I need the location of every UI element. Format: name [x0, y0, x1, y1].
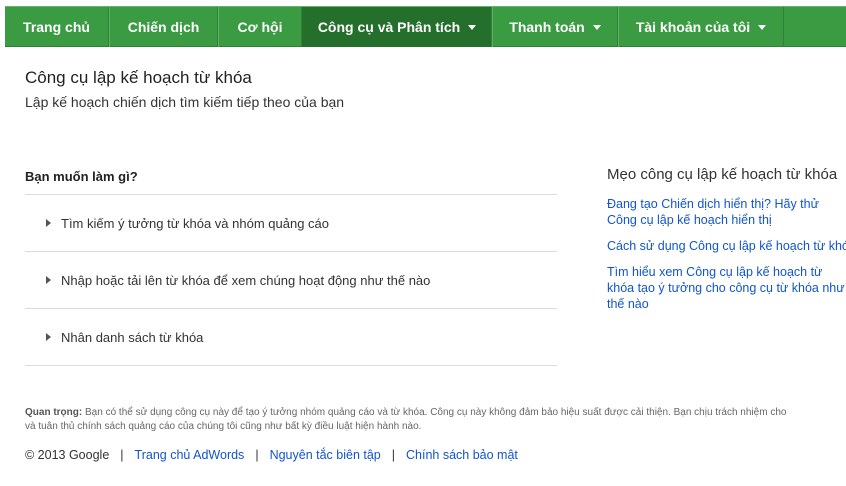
nav-item-label: Thanh toán	[509, 19, 585, 35]
nav-item-label: Tài khoản của tôi	[635, 19, 751, 35]
page-subtitle: Lập kế hoạch chiến dịch tìm kiếm tiếp th…	[25, 94, 345, 110]
separator: |	[255, 448, 259, 462]
footer-link-editorial-guidelines[interactable]: Nguyên tắc biên tập	[270, 448, 381, 462]
nav-item-tools-analysis[interactable]: Công cụ và Phân tích	[302, 7, 492, 47]
important-notice: Quan trọng: Bạn có thể sử dụng công cụ n…	[25, 406, 846, 434]
tip-link-display-planner[interactable]: Đang tạo Chiến dịch hiển thị? Hãy thử Cô…	[607, 196, 846, 228]
expand-arrow-icon	[46, 333, 51, 341]
separator: |	[120, 448, 124, 462]
nav-item-label: Trang chủ	[23, 19, 90, 35]
chevron-down-icon	[592, 25, 601, 30]
page: Trang chủ Chiến dịch Cơ hội Công cụ và P…	[0, 0, 846, 486]
footer-link-adwords-home[interactable]: Trang chủ AdWords	[135, 448, 245, 462]
notice-line: và tuân thủ chính sách quảng cáo của chú…	[25, 421, 422, 432]
nav-item-label: Công cụ và Phân tích	[317, 19, 461, 35]
footer-link-privacy-policy[interactable]: Chính sách bảo mật	[406, 448, 518, 462]
option-multiply-keywords[interactable]: Nhân danh sách từ khóa	[25, 309, 557, 366]
copyright: © 2013 Google	[25, 448, 110, 462]
tips-heading: Mẹo công cụ lập kế hoạch từ khóa	[607, 166, 838, 183]
option-label: Nhập hoặc tải lên từ khóa để xem chúng h…	[61, 272, 431, 288]
options-heading: Bạn muốn làm gì?	[25, 169, 138, 184]
notice-line: Quan trọng: Bạn có thể sử dụng công cụ n…	[25, 406, 846, 420]
option-enter-upload-keywords[interactable]: Nhập hoặc tải lên từ khóa để xem chúng h…	[25, 252, 557, 309]
nav-item-label: Cơ hội	[237, 19, 283, 35]
page-title: Công cụ lập kế hoạch từ khóa	[25, 68, 252, 87]
notice-text: Bạn có thể sử dụng công cụ này để tạo ý …	[85, 407, 787, 418]
options-list: Tìm kiếm ý tưởng từ khóa và nhóm quảng c…	[25, 194, 557, 366]
nav-item-label: Chiến dịch	[127, 19, 200, 35]
tip-link-how-to-use[interactable]: Cách sử dụng Công cụ lập kế hoạch từ khó…	[607, 238, 846, 254]
nav-item-my-account[interactable]: Tài khoản của tôi	[618, 7, 784, 47]
option-label: Tìm kiếm ý tưởng từ khóa và nhóm quảng c…	[61, 215, 329, 231]
option-label: Nhân danh sách từ khóa	[61, 329, 204, 345]
notice-label: Quan trọng:	[25, 407, 83, 418]
expand-arrow-icon	[46, 276, 51, 284]
nav-item-home[interactable]: Trang chủ	[5, 7, 109, 47]
tip-link-how-ideas-generated[interactable]: Tìm hiểu xem Công cụ lập kế hoạch từ khó…	[607, 264, 846, 312]
expand-arrow-icon	[46, 219, 51, 227]
chevron-down-icon	[758, 25, 767, 30]
option-search-ideas[interactable]: Tìm kiếm ý tưởng từ khóa và nhóm quảng c…	[25, 195, 557, 252]
nav-item-billing[interactable]: Thanh toán	[492, 7, 618, 47]
nav-item-campaigns[interactable]: Chiến dịch	[109, 7, 218, 47]
main-nav: Trang chủ Chiến dịch Cơ hội Công cụ và P…	[5, 6, 846, 47]
chevron-down-icon	[468, 25, 477, 30]
footer: © 2013 Google | Trang chủ AdWords | Nguy…	[25, 448, 518, 462]
separator: |	[391, 448, 396, 462]
nav-item-opportunities[interactable]: Cơ hội	[218, 7, 302, 47]
